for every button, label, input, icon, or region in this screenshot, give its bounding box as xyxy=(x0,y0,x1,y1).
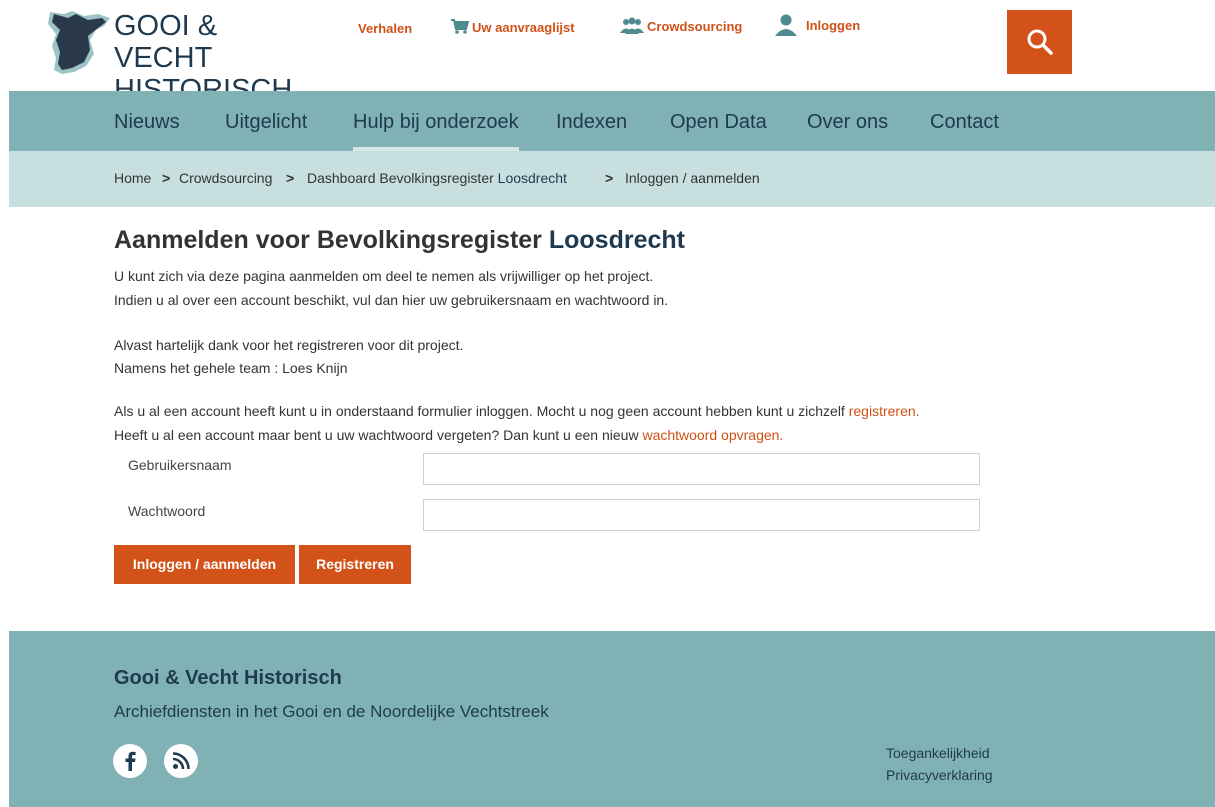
thanks-line-2: Namens het gehele team : Loes Knijn xyxy=(114,360,348,376)
page-title-place: Loosdrecht xyxy=(548,226,685,254)
top-link-verhalen-label: Verhalen xyxy=(358,21,413,36)
nav-item-over-ons[interactable]: Over ons xyxy=(807,91,888,151)
footer-title: Gooi & Vecht Historisch xyxy=(114,667,342,689)
account-line-2: Heeft u al een account maar bent u uw wa… xyxy=(114,423,783,447)
facebook-icon xyxy=(125,751,136,771)
top-link-inloggen[interactable]: Inloggen xyxy=(774,14,860,36)
breadcrumb-dashboard-place: Loosdrecht xyxy=(497,170,567,186)
nav-item-contact[interactable]: Contact xyxy=(930,91,999,151)
footer-link-toegankelijkheid[interactable]: Toegankelijkheid xyxy=(886,745,990,761)
breadcrumb-separator: > xyxy=(162,170,171,186)
breadcrumb-separator: > xyxy=(286,170,295,186)
register-link[interactable]: registreren. xyxy=(849,403,920,419)
password-input[interactable] xyxy=(423,499,980,531)
password-label: Wachtwoord xyxy=(128,503,206,519)
nav-item-indexen[interactable]: Indexen xyxy=(556,91,627,151)
account-line-1: Als u al een account heeft kunt u in ond… xyxy=(114,399,920,423)
page-title: Aanmelden voor Bevolkingsregister Loosdr… xyxy=(114,226,685,255)
thanks-line-1: Alvast hartelijk dank voor het registrer… xyxy=(114,337,464,353)
nav-item-uitgelicht[interactable]: Uitgelicht xyxy=(225,91,307,151)
account-line-2-text: Heeft u al een account maar bent u uw wa… xyxy=(114,427,639,443)
breadcrumb: Home > Crowdsourcing > Dashboard Bevolki… xyxy=(9,151,1215,207)
rss-icon xyxy=(172,752,190,770)
footer-subtitle: Archiefdiensten in het Gooi en de Noorde… xyxy=(114,702,549,721)
rss-link[interactable] xyxy=(164,744,198,778)
breadcrumb-home[interactable]: Home xyxy=(114,151,151,207)
cart-icon xyxy=(451,19,469,34)
top-link-inloggen-label: Inloggen xyxy=(806,17,861,33)
top-link-crowdsourcing-label: Crowdsourcing xyxy=(647,18,743,34)
top-link-aanvraaglijst-label: Uw aanvraaglijst xyxy=(472,19,575,35)
top-link-aanvraaglijst[interactable]: Uw aanvraaglijst xyxy=(451,19,575,35)
page-title-prefix: Aanmelden voor Bevolkingsregister xyxy=(114,226,542,254)
intro-line-2: Indien u al over een account beschikt, v… xyxy=(114,292,669,308)
search-button[interactable] xyxy=(1007,10,1072,74)
breadcrumb-separator: > xyxy=(605,170,614,186)
facebook-link[interactable] xyxy=(113,744,147,778)
group-icon xyxy=(620,17,644,34)
nav-item-nieuws[interactable]: Nieuws xyxy=(114,91,180,151)
username-label: Gebruikersnaam xyxy=(128,457,232,473)
user-icon xyxy=(775,14,797,36)
logo-map-icon xyxy=(48,11,110,74)
breadcrumb-crowdsourcing[interactable]: Crowdsourcing xyxy=(179,151,272,207)
breadcrumb-dashboard[interactable]: Dashboard Bevolkingsregister Loosdrecht xyxy=(307,151,567,207)
logo-line1: GOOI & VECHT xyxy=(114,10,218,74)
footer-link-privacyverklaring[interactable]: Privacyverklaring xyxy=(886,767,993,783)
breadcrumb-dashboard-prefix: Dashboard Bevolkingsregister xyxy=(307,170,494,186)
main-navigation: Nieuws Uitgelicht Hulp bij onderzoek Ind… xyxy=(9,91,1215,151)
nav-item-open-data[interactable]: Open Data xyxy=(670,91,767,151)
intro-line-1: U kunt zich via deze pagina aanmelden om… xyxy=(114,268,654,284)
search-icon xyxy=(1027,29,1053,55)
register-button[interactable]: Registreren xyxy=(299,545,411,584)
site-footer: Gooi & Vecht Historisch Archiefdiensten … xyxy=(9,631,1215,807)
breadcrumb-current: Inloggen / aanmelden xyxy=(625,170,760,186)
top-link-crowdsourcing[interactable]: Crowdsourcing xyxy=(620,17,742,35)
top-link-verhalen[interactable]: Verhalen xyxy=(358,21,412,36)
username-input[interactable] xyxy=(423,453,980,485)
site-header: GOOI & VECHT HISTORISCH Verhalen Uw aanv… xyxy=(0,0,1215,106)
site-logo[interactable]: GOOI & VECHT HISTORISCH xyxy=(44,10,314,106)
password-request-link[interactable]: wachtwoord opvragen. xyxy=(642,427,783,443)
account-line-1-text: Als u al een account heeft kunt u in ond… xyxy=(114,403,845,419)
login-button[interactable]: Inloggen / aanmelden xyxy=(114,545,295,584)
nav-item-hulp-bij-onderzoek[interactable]: Hulp bij onderzoek xyxy=(353,91,519,151)
